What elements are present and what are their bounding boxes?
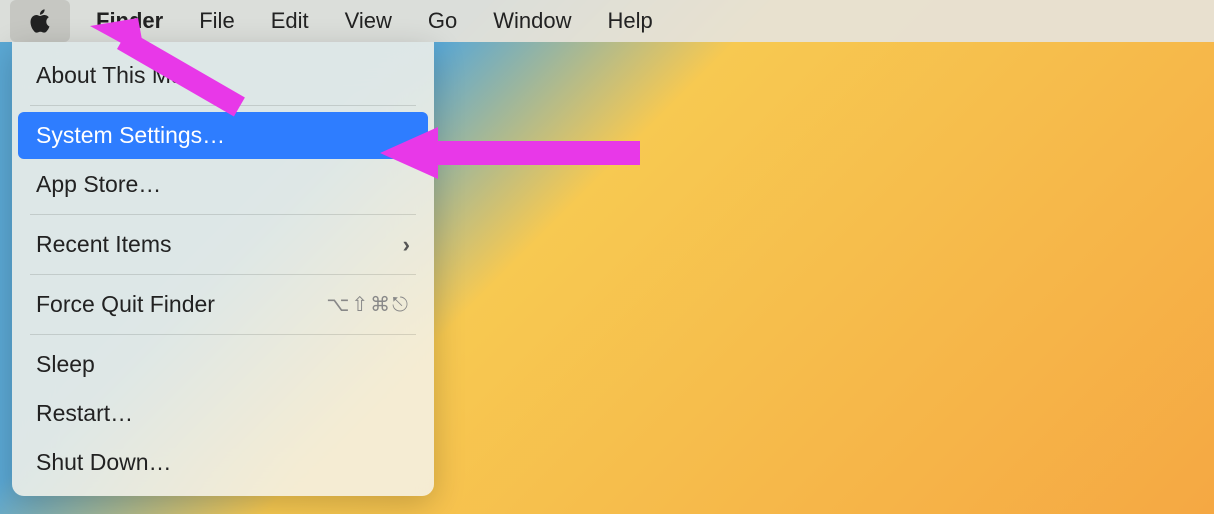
menu-item-sleep[interactable]: Sleep xyxy=(18,341,428,388)
menu-item-label: Sleep xyxy=(36,351,95,378)
menu-item-label: Recent Items xyxy=(36,231,172,258)
menu-item-restart[interactable]: Restart… xyxy=(18,390,428,437)
menu-separator xyxy=(30,105,416,106)
chevron-right-icon: › xyxy=(403,232,410,258)
menu-separator xyxy=(30,334,416,335)
menu-separator xyxy=(30,214,416,215)
menu-item-label: About This Mac xyxy=(36,62,195,89)
menu-item-app-store[interactable]: App Store… xyxy=(18,161,428,208)
menubar-item-finder[interactable]: Finder xyxy=(78,0,181,42)
menubar-item-window[interactable]: Window xyxy=(475,0,589,42)
menu-item-label: Restart… xyxy=(36,400,133,427)
menubar: Finder File Edit View Go Window Help xyxy=(0,0,1214,42)
menu-item-label: System Settings… xyxy=(36,122,225,149)
menu-item-label: App Store… xyxy=(36,171,161,198)
menubar-item-view[interactable]: View xyxy=(327,0,410,42)
menu-item-shut-down[interactable]: Shut Down… xyxy=(18,439,428,486)
apple-menu-button[interactable] xyxy=(10,0,70,42)
menu-item-force-quit[interactable]: Force Quit Finder ⌥⇧⌘⎋ xyxy=(18,281,428,328)
menu-item-about-this-mac[interactable]: About This Mac xyxy=(18,52,428,99)
menubar-item-edit[interactable]: Edit xyxy=(253,0,327,42)
menu-separator xyxy=(30,274,416,275)
menu-item-system-settings[interactable]: System Settings… xyxy=(18,112,428,159)
menu-item-label: Force Quit Finder xyxy=(36,291,215,318)
menubar-item-file[interactable]: File xyxy=(181,0,252,42)
apple-dropdown-menu: About This Mac System Settings… App Stor… xyxy=(12,42,434,496)
menu-item-label: Shut Down… xyxy=(36,449,172,476)
menu-item-recent-items[interactable]: Recent Items › xyxy=(18,221,428,268)
apple-logo-icon xyxy=(26,7,54,35)
menubar-item-help[interactable]: Help xyxy=(590,0,671,42)
menubar-item-go[interactable]: Go xyxy=(410,0,475,42)
menu-shortcut: ⌥⇧⌘⎋ xyxy=(326,292,410,317)
